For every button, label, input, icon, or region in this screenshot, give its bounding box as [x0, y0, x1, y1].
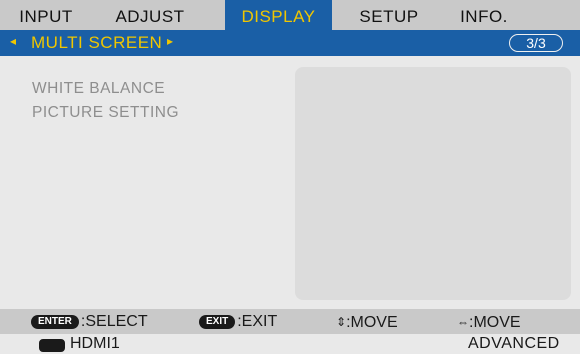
guide-exit: EXIT:EXIT [199, 312, 277, 332]
exit-key-badge: EXIT [199, 315, 236, 329]
tab-adjust[interactable]: ADJUST [98, 0, 202, 30]
submenu-header: ◂ MULTI SCREEN ▸ 3/3 [0, 30, 580, 56]
preview-panel [295, 67, 571, 300]
tab-setup[interactable]: SETUP [345, 0, 433, 30]
submenu-title: MULTI SCREEN [31, 33, 163, 52]
up-down-arrow-icon: ⇕ [336, 315, 347, 329]
input-source-label: HDMI1 [70, 335, 120, 352]
tab-input[interactable]: INPUT [10, 0, 82, 30]
menu-mode-label: ADVANCED [468, 335, 560, 352]
hdmi-icon [39, 339, 65, 352]
guide-move-vertical-label: :MOVE [346, 314, 398, 331]
arrow-left-icon[interactable]: ◂ [10, 34, 16, 48]
left-right-arrow-icon: ⇔ [457, 315, 469, 329]
menu-item-picture-setting[interactable]: PICTURE SETTING [32, 104, 179, 122]
guide-move-horizontal-label: :MOVE [469, 314, 521, 331]
tab-info[interactable]: INFO. [448, 0, 520, 30]
osd-menu: INPUT ADJUST DISPLAY SETUP INFO. ◂ MULTI… [0, 0, 580, 354]
tab-display[interactable]: DISPLAY [225, 0, 332, 30]
menu-tab-bar: INPUT ADJUST DISPLAY SETUP INFO. [0, 0, 580, 30]
status-bar: HDMI1 ADVANCED [0, 334, 580, 354]
arrow-right-icon[interactable]: ▸ [167, 34, 173, 48]
enter-key-badge: ENTER [31, 315, 79, 329]
guide-select: ENTER:SELECT [31, 312, 148, 332]
guide-move-vertical: ⇕:MOVE [336, 312, 398, 332]
guide-select-label: :SELECT [80, 313, 148, 330]
page-indicator: 3/3 [509, 34, 563, 52]
guide-exit-label: :EXIT [237, 313, 278, 330]
menu-item-white-balance[interactable]: WHITE BALANCE [32, 80, 165, 98]
guide-move-horizontal: ⇔:MOVE [457, 312, 521, 332]
button-guide-bar: ENTER:SELECT EXIT:EXIT ⇕:MOVE ⇔:MOVE [0, 309, 580, 334]
